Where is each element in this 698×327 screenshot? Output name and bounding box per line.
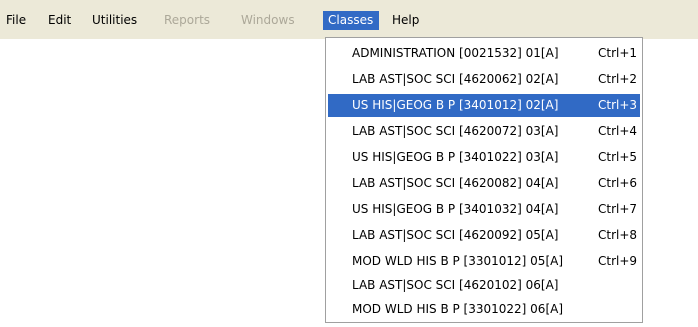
shortcut-label: Ctrl+7 xyxy=(598,202,638,216)
shortcut-label: Ctrl+2 xyxy=(598,72,638,86)
class-menu-item[interactable]: LAB AST|SOC SCI [4620082] 04[A] Ctrl+6 xyxy=(328,172,640,195)
shortcut-label: Ctrl+1 xyxy=(598,46,638,60)
class-menu-item[interactable]: US HIS|GEOG B P [3401032] 04[A] Ctrl+7 xyxy=(328,198,640,221)
menu-classes[interactable]: Classes xyxy=(323,11,380,30)
class-name: LAB AST|SOC SCI [4620082] 04[A] xyxy=(352,176,559,190)
class-name: MOD WLD HIS B P [3301012] 05[A] xyxy=(352,254,564,268)
shortcut-label: Ctrl+8 xyxy=(598,228,638,242)
shortcut-label: Ctrl+5 xyxy=(598,150,638,164)
class-name: US HIS|GEOG B P [3401032] 04[A] xyxy=(352,202,559,216)
class-name: US HIS|GEOG B P [3401022] 03[A] xyxy=(352,150,559,164)
classes-dropdown-menu: ADMINISTRATION [0021532] 01[A] Ctrl+1 LA… xyxy=(325,37,643,323)
menu-file[interactable]: File xyxy=(1,11,31,30)
menu-utilities[interactable]: Utilities xyxy=(87,11,142,30)
class-menu-item[interactable]: MOD WLD HIS B P [3301012] 05[A] Ctrl+9 xyxy=(328,250,640,273)
class-name: ADMINISTRATION [0021532] 01[A] xyxy=(352,46,559,60)
class-menu-item[interactable]: US HIS|GEOG B P [3401022] 03[A] Ctrl+5 xyxy=(328,146,640,169)
class-name: LAB AST|SOC SCI [4620062] 02[A] xyxy=(352,72,559,86)
shortcut-label: Ctrl+3 xyxy=(598,98,638,112)
class-name: LAB AST|SOC SCI [4620072] 03[A] xyxy=(352,124,559,138)
class-name: LAB AST|SOC SCI [4620092] 05[A] xyxy=(352,228,559,242)
class-menu-item-selected[interactable]: US HIS|GEOG B P [3401012] 02[A] Ctrl+3 xyxy=(328,94,640,117)
menu-bar: File Edit Utilities Reports Windows Clas… xyxy=(0,0,698,39)
menu-edit[interactable]: Edit xyxy=(43,11,76,30)
class-menu-item[interactable]: LAB AST|SOC SCI [4620102] 06[A] xyxy=(328,274,640,297)
class-menu-item[interactable]: LAB AST|SOC SCI [4620072] 03[A] Ctrl+4 xyxy=(328,120,640,143)
class-name: US HIS|GEOG B P [3401012] 02[A] xyxy=(352,98,559,112)
class-menu-item[interactable]: LAB AST|SOC SCI [4620062] 02[A] Ctrl+2 xyxy=(328,68,640,91)
class-menu-item[interactable]: LAB AST|SOC SCI [4620092] 05[A] Ctrl+8 xyxy=(328,224,640,247)
menu-reports[interactable]: Reports xyxy=(159,11,215,30)
shortcut-label: Ctrl+4 xyxy=(598,124,638,138)
menu-windows[interactable]: Windows xyxy=(236,11,300,30)
class-name: MOD WLD HIS B P [3301022] 06[A] xyxy=(352,302,564,316)
class-menu-item[interactable]: ADMINISTRATION [0021532] 01[A] Ctrl+1 xyxy=(328,42,640,65)
shortcut-label: Ctrl+6 xyxy=(598,176,638,190)
class-menu-item[interactable]: MOD WLD HIS B P [3301022] 06[A] xyxy=(328,298,640,321)
menu-help[interactable]: Help xyxy=(387,11,424,30)
shortcut-label: Ctrl+9 xyxy=(598,254,638,268)
class-name: LAB AST|SOC SCI [4620102] 06[A] xyxy=(352,278,559,292)
